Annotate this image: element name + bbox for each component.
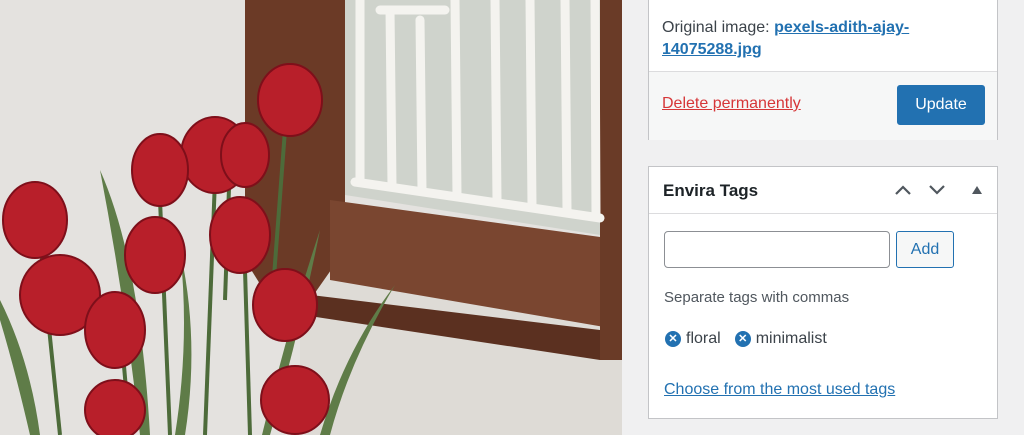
update-button[interactable]: Update: [897, 85, 985, 125]
tag-label: floral: [686, 330, 721, 347]
most-used-tags-link[interactable]: Choose from the most used tags: [664, 381, 895, 399]
tag-input[interactable]: [664, 231, 890, 268]
remove-tag-icon[interactable]: ✕: [665, 331, 681, 347]
panel-title: Envira Tags: [663, 181, 759, 200]
panel-header: Envira Tags: [649, 167, 997, 214]
tag-item: ✕ minimalist: [734, 330, 827, 348]
tag-list: ✕ floral ✕ minimalist: [665, 330, 827, 348]
tag-label: minimalist: [755, 330, 827, 347]
chevron-up-icon[interactable]: [889, 176, 917, 204]
attachment-image: [0, 0, 622, 435]
delete-permanently-link[interactable]: Delete permanently: [662, 95, 801, 113]
remove-tag-icon[interactable]: ✕: [734, 331, 751, 347]
original-image-info: Original image: pexels-adith-ajay-140752…: [662, 17, 982, 61]
publish-actions: Delete permanently Update: [649, 71, 997, 140]
original-image-label: Original image:: [662, 19, 770, 36]
add-tag-button[interactable]: Add: [896, 231, 954, 268]
tulips-photo-illustration: [0, 0, 622, 435]
tag-hint: Separate tags with commas: [664, 289, 850, 306]
save-panel: Original image: pexels-adith-ajay-140752…: [648, 0, 998, 140]
envira-tags-panel: Envira Tags Add Separate tags with comma…: [648, 166, 998, 419]
tag-item: ✕ floral: [665, 330, 721, 348]
sidebar: Original image: pexels-adith-ajay-140752…: [622, 0, 1024, 435]
triangle-up-icon[interactable]: [963, 176, 991, 204]
chevron-down-icon[interactable]: [923, 176, 951, 204]
